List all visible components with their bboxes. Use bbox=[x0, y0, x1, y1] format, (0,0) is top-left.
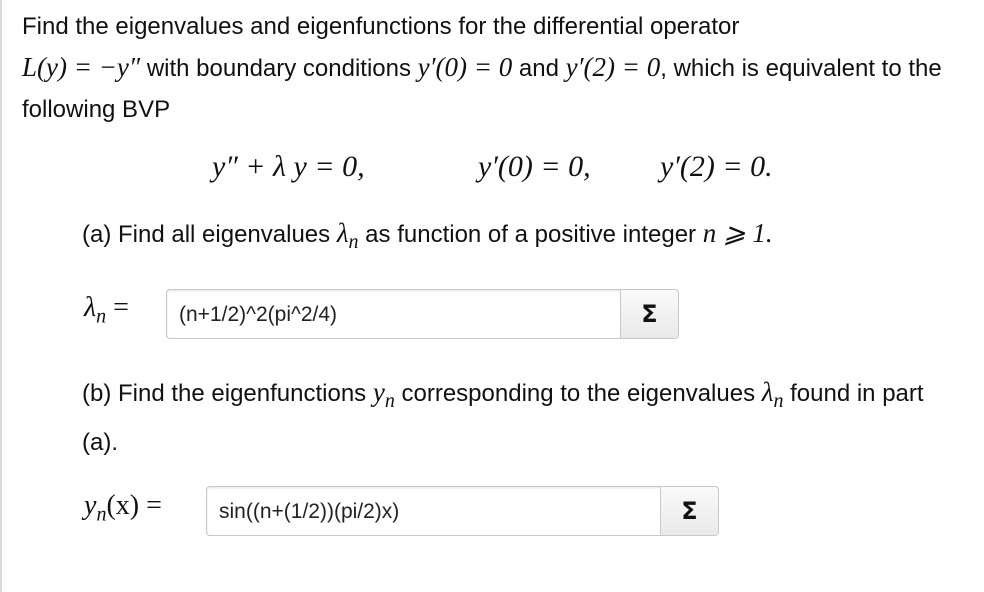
y-symbol: y bbox=[372, 377, 385, 407]
answer-b-rest: (x) = bbox=[106, 490, 162, 521]
part-b-text-mid: corresponding to the eigenvalues bbox=[394, 380, 762, 407]
part-a-prompt: (a) Find all eigenvalues λn as function … bbox=[82, 218, 773, 254]
part-b-prompt: (b) Find the eigenfunctions yn correspon… bbox=[82, 372, 962, 463]
eigenvalue-answer-field[interactable]: (n+1/2)^2(pi^2/4) Σ bbox=[166, 289, 679, 339]
math-editor-sigma-icon[interactable]: Σ bbox=[660, 487, 718, 535]
problem-intro: Find the eigenvalues and eigenfunctions … bbox=[22, 6, 972, 130]
answer-b-label: yn(x) = bbox=[84, 490, 162, 527]
boundary-condition-2: y′(2) = 0 bbox=[565, 52, 661, 82]
lambda-symbol-b: λ bbox=[761, 377, 774, 407]
eigenfunction-answer-field[interactable]: sin((n+(1/2))(pi/2)x) Σ bbox=[206, 486, 719, 536]
answer-a-lambda: λ bbox=[84, 292, 97, 323]
intro-and: and bbox=[512, 55, 566, 82]
answer-a-sub: n bbox=[96, 305, 107, 328]
math-editor-sigma-icon[interactable]: Σ bbox=[620, 290, 678, 338]
bvp-bc1: y′(0) = 0, bbox=[478, 150, 591, 183]
part-a-text-mid: as function of a positive integer bbox=[358, 221, 703, 248]
answer-b-y: y bbox=[84, 490, 97, 521]
operator-expression: L(y) = −y″ bbox=[22, 52, 141, 82]
bvp-bc2: y′(2) = 0. bbox=[660, 150, 773, 183]
lambda-subscript-b: n bbox=[773, 389, 784, 412]
lambda-subscript: n bbox=[348, 230, 359, 253]
lambda-symbol: λ bbox=[336, 218, 349, 248]
intro-with-bc: with boundary conditions bbox=[140, 55, 418, 82]
boundary-condition-1: y′(0) = 0 bbox=[417, 52, 513, 82]
eigenvalue-answer-value[interactable]: (n+1/2)^2(pi^2/4) bbox=[179, 303, 337, 327]
bvp-equation: y″ + λ y = 0, bbox=[212, 150, 365, 183]
part-b-text-start: (b) Find the eigenfunctions bbox=[82, 380, 373, 407]
part-a-text-start: (a) Find all eigenvalues bbox=[82, 221, 337, 248]
eigenfunction-answer-value[interactable]: sin((n+(1/2))(pi/2)x) bbox=[219, 500, 399, 524]
n-condition: n ⩾ 1. bbox=[702, 218, 773, 248]
answer-a-equals: = bbox=[106, 292, 129, 323]
intro-text: Find the eigenvalues and eigenfunctions … bbox=[22, 13, 740, 40]
answer-b-sub: n bbox=[96, 503, 107, 526]
left-border bbox=[0, 0, 2, 592]
answer-a-label: λn = bbox=[84, 292, 129, 329]
y-subscript: n bbox=[384, 389, 395, 412]
